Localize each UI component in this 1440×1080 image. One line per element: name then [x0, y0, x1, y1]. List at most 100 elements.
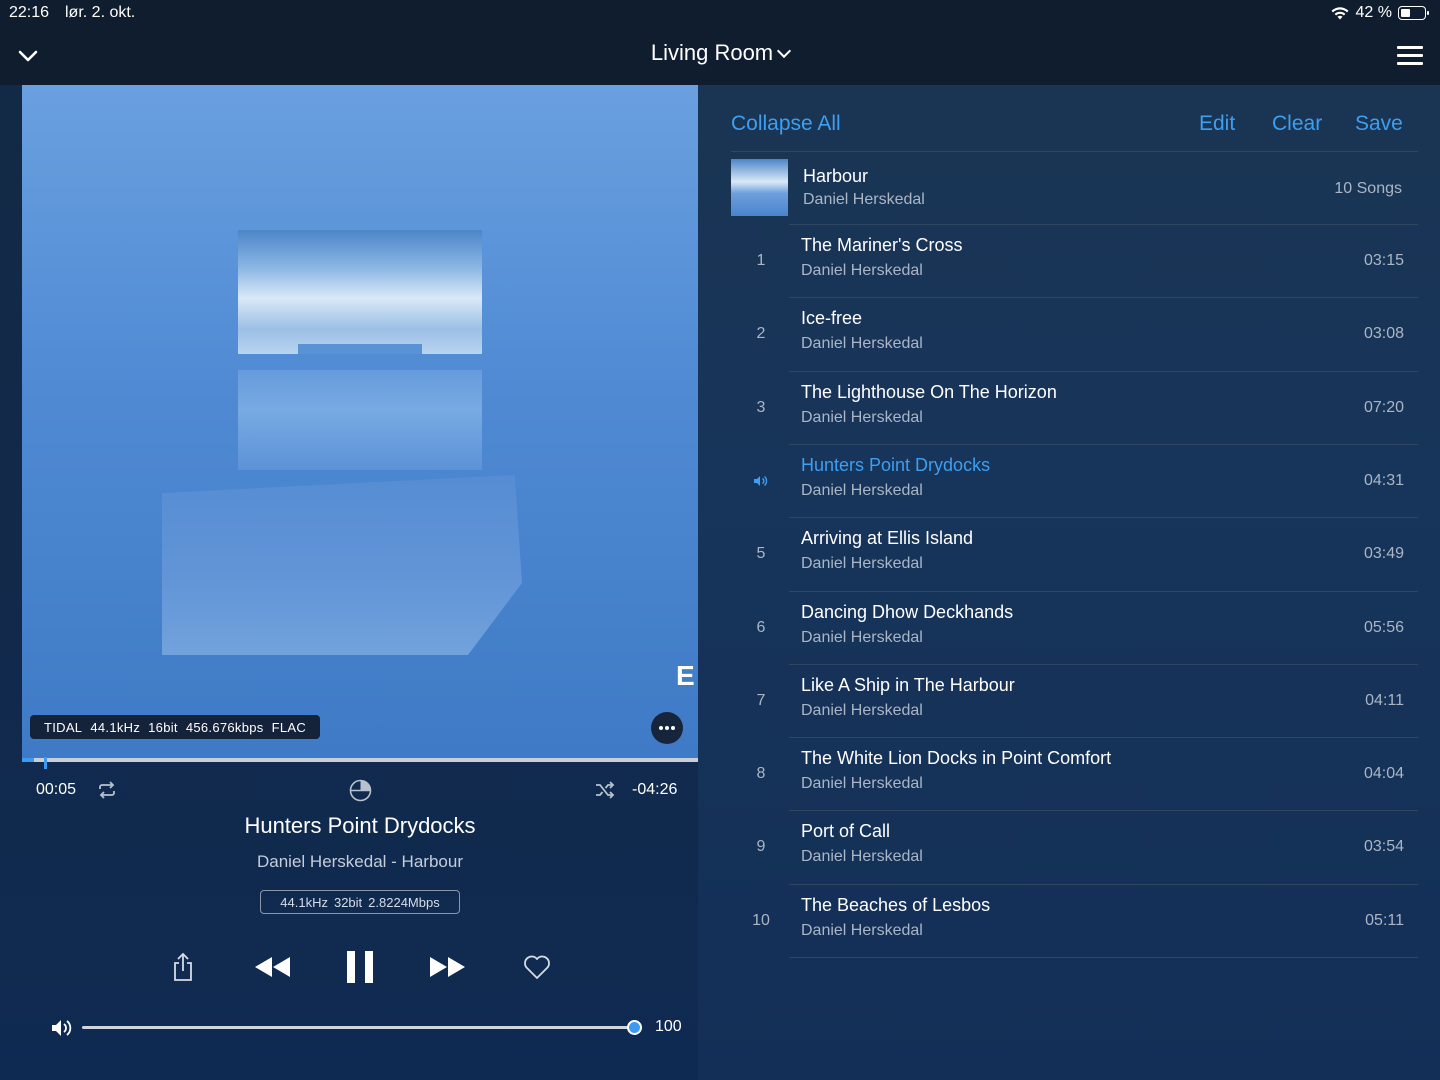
track-title: The White Lion Docks in Point Comfort: [801, 748, 1112, 769]
track-row[interactable]: 7 Like A Ship in The Harbour Daniel Herske…: [731, 663, 1418, 737]
track-duration: 04:31: [1363, 471, 1404, 489]
progress-handle[interactable]: [44, 757, 48, 769]
album-artist: Daniel Herskedal: [803, 191, 925, 208]
track-row[interactable]: 8 The White Lion Docks in Point Comfort Da…: [731, 737, 1418, 810]
room-chevron-icon: [777, 43, 792, 59]
divider: [789, 663, 1418, 665]
track-title: Hunters Point Drydocks: [801, 454, 991, 475]
stream-format: FLAC: [271, 719, 307, 735]
track-number: 2: [756, 325, 766, 343]
track-number: 8: [756, 765, 766, 783]
pause-icon: [347, 951, 373, 983]
output-depth: 32bit: [333, 894, 363, 910]
track-title: Ice-free: [801, 308, 863, 329]
track-number: 6: [756, 618, 766, 636]
status-right: 42 %: [1330, 4, 1429, 22]
track-artist: Daniel Herskedal: [801, 628, 923, 646]
save-button[interactable]: Save: [1355, 112, 1403, 136]
track-artist: Daniel Herskedal: [801, 555, 923, 573]
album-thumbnail: [731, 159, 788, 216]
output-quality-badge: 44.1kHz 32bit 2.8224Mbps: [260, 890, 460, 914]
track-row[interactable]: 1 The Mariner's Cross Daniel Herskedal 03:1…: [731, 224, 1418, 297]
track-artist: Daniel Herskedal: [801, 408, 923, 426]
track-row[interactable]: 5 Arriving at Ellis Island Daniel Herskeda…: [731, 517, 1418, 590]
ellipsis-icon: [659, 726, 675, 730]
track-title: Port of Call: [801, 821, 891, 842]
battery-percent: 42 %: [1355, 4, 1392, 21]
divider: [789, 957, 1418, 958]
heart-icon: [524, 955, 550, 979]
progress-fill: [22, 758, 35, 762]
room-name: Living Room: [650, 40, 774, 65]
track-duration: 03:15: [1363, 252, 1404, 269]
track-title: The Beaches of Lesbos: [801, 894, 991, 915]
battery-fill: [1401, 9, 1410, 17]
divider: [789, 224, 1418, 225]
top-bar: Living Room: [0, 26, 1440, 85]
room-selector[interactable]: Living Room: [0, 40, 1440, 66]
source-icon[interactable]: [349, 779, 372, 802]
pause-button[interactable]: [338, 945, 382, 989]
track-row[interactable]: 9 Port of Call Daniel Herskedal 03:54: [731, 810, 1418, 883]
shuffle-icon[interactable]: [594, 780, 616, 800]
track-artist: Daniel Herskedal: [801, 481, 923, 499]
track-artist: Daniel Herskedal: [801, 921, 923, 939]
album-art-shore: [162, 475, 522, 655]
track-row[interactable]: Hunters Point Drydocks Daniel Herskedal 04…: [731, 443, 1418, 517]
track-artist: Daniel Herskedal: [801, 262, 923, 279]
track-artist: Daniel Herskedal: [801, 701, 923, 719]
more-options-button[interactable]: [651, 712, 683, 744]
elapsed-time: 00:05: [36, 781, 77, 798]
track-number: 1: [756, 252, 766, 269]
next-button[interactable]: [426, 950, 470, 984]
volume-handle[interactable]: [627, 1020, 642, 1035]
track-title: The Lighthouse On The Horizon: [801, 381, 1057, 402]
track-title: Dancing Dhow Deckhands: [801, 601, 1014, 622]
queue-album-header[interactable]: Harbour Daniel Herskedal 10 Songs: [731, 151, 1418, 224]
album-art-sea: [238, 370, 482, 470]
battery-icon: [1398, 6, 1429, 20]
track-artist: Daniel Herskedal: [801, 335, 923, 353]
previous-button[interactable]: [250, 950, 294, 984]
track-row[interactable]: 6 Dancing Dhow Deckhands Daniel Herskedal 0…: [731, 590, 1418, 664]
track-row[interactable]: 3 The Lighthouse On The Horizon Daniel Her…: [731, 370, 1418, 444]
track-number: 10: [752, 911, 770, 929]
stream-bitrate: 456.676kbps: [185, 719, 264, 735]
divider: [789, 370, 1418, 372]
album-art-notch: [298, 344, 422, 354]
track-duration: 04:04: [1363, 765, 1404, 783]
output-bitrate: 2.8224Mbps: [368, 894, 440, 910]
now-playing-title: Hunters Point Drydocks: [244, 813, 476, 838]
divider: [789, 810, 1418, 812]
output-rate: 44.1kHz: [280, 894, 328, 910]
label-logo: E: [676, 660, 695, 691]
track-duration: 05:11: [1365, 911, 1404, 929]
collapse-all-button[interactable]: Collapse All: [731, 112, 841, 136]
progress-bar[interactable]: [22, 757, 698, 769]
stream-rate: 44.1kHz: [90, 719, 141, 735]
divider: [789, 443, 1418, 445]
track-title: Like A Ship in The Harbour: [801, 674, 1015, 695]
favorite-button[interactable]: [521, 952, 553, 982]
volume-icon[interactable]: [50, 1017, 74, 1039]
clear-button[interactable]: Clear: [1272, 112, 1322, 136]
repeat-icon[interactable]: [96, 780, 118, 800]
track-duration: 04:11: [1365, 691, 1404, 709]
edit-button[interactable]: Edit: [1199, 112, 1235, 136]
divider: [789, 297, 1418, 299]
share-button[interactable]: [168, 950, 198, 984]
status-time: 22:16: [9, 4, 50, 21]
album-art: E: [22, 85, 698, 758]
track-duration: 05:56: [1363, 618, 1404, 636]
track-row[interactable]: 2 Ice-free Daniel Herskedal 03:08: [731, 297, 1418, 370]
track-duration: 03:49: [1363, 545, 1404, 563]
status-bar: 22:16 lør. 2. okt. 42 %: [0, 0, 1440, 26]
track-number: 7: [756, 691, 766, 709]
stream-source: TIDAL: [44, 719, 83, 735]
track-artist: Daniel Herskedal: [801, 775, 923, 793]
track-duration: 07:20: [1363, 398, 1404, 416]
volume-slider[interactable]: [82, 1026, 635, 1029]
menu-icon[interactable]: [1397, 46, 1423, 66]
rewind-icon: [255, 957, 290, 977]
track-row[interactable]: 10 The Beaches of Lesbos Daniel Herskedal 0…: [731, 883, 1418, 957]
